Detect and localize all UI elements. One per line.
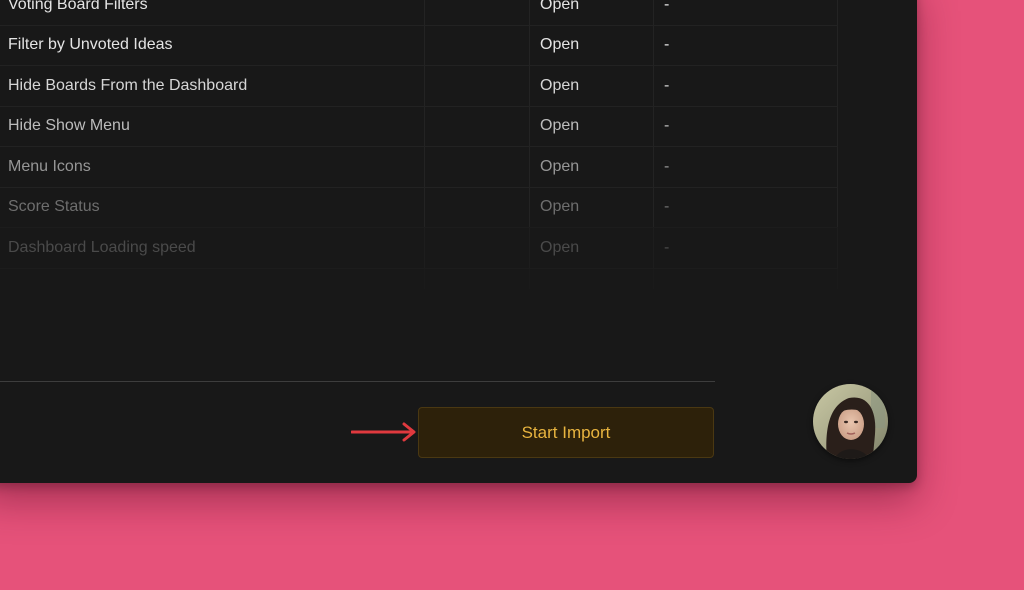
extra-cell: -	[654, 66, 838, 106]
start-import-label: Start Import	[521, 422, 611, 442]
status-cell: Open	[530, 106, 654, 146]
empty-cell	[425, 106, 530, 146]
idea-name-cell: Hide Show Menu	[0, 106, 425, 146]
footer-divider	[0, 381, 715, 382]
table-row[interactable]: Score Status Open -	[0, 187, 838, 228]
page-background: Voting Board Filters Open - Filter by Un…	[0, 0, 1024, 590]
faded-cell	[0, 268, 425, 289]
table-row[interactable]: Filter by Unvoted Ideas Open -	[0, 25, 838, 66]
idea-name-cell: Score Status	[0, 187, 425, 227]
arrow-right-icon	[351, 422, 416, 442]
table-row[interactable]: Menu Icons Open -	[0, 147, 838, 188]
empty-cell	[425, 268, 530, 289]
table-row[interactable]: Voting Board Filters Open -	[0, 0, 838, 26]
empty-cell	[425, 66, 530, 106]
idea-name-cell: Filter by Unvoted Ideas	[0, 25, 425, 65]
extra-cell: -	[654, 187, 838, 227]
extra-cell: -	[654, 25, 838, 65]
extra-cell: -	[654, 106, 838, 146]
idea-name-cell: Dashboard Loading speed	[0, 228, 425, 268]
extra-cell: -	[654, 228, 838, 268]
faded-cell	[654, 268, 838, 289]
empty-cell	[425, 147, 530, 187]
table-row-faded	[0, 268, 838, 289]
status-cell: Open	[530, 0, 654, 25]
empty-cell	[425, 25, 530, 65]
status-cell: Open	[530, 228, 654, 268]
extra-cell: -	[654, 147, 838, 187]
status-cell: Open	[530, 66, 654, 106]
status-cell: Open	[530, 147, 654, 187]
table-row[interactable]: Hide Show Menu Open -	[0, 106, 838, 147]
user-avatar[interactable]	[813, 384, 888, 459]
empty-cell	[425, 0, 530, 25]
table-row[interactable]: Hide Boards From the Dashboard Open -	[0, 66, 838, 107]
import-dialog: Voting Board Filters Open - Filter by Un…	[0, 0, 917, 483]
idea-name-cell: Voting Board Filters	[0, 0, 425, 25]
avatar-photo	[813, 384, 888, 459]
table-row[interactable]: Dashboard Loading speed Open -	[0, 228, 838, 269]
idea-name-cell: Hide Boards From the Dashboard	[0, 66, 425, 106]
empty-cell	[425, 228, 530, 268]
ideas-table: Voting Board Filters Open - Filter by Un…	[0, 0, 838, 289]
status-cell: Open	[530, 187, 654, 227]
idea-name-cell: Menu Icons	[0, 147, 425, 187]
extra-cell: -	[654, 0, 838, 25]
faded-cell	[530, 268, 654, 289]
start-import-button[interactable]: Start Import	[418, 407, 714, 458]
empty-cell	[425, 187, 530, 227]
status-cell: Open	[530, 25, 654, 65]
